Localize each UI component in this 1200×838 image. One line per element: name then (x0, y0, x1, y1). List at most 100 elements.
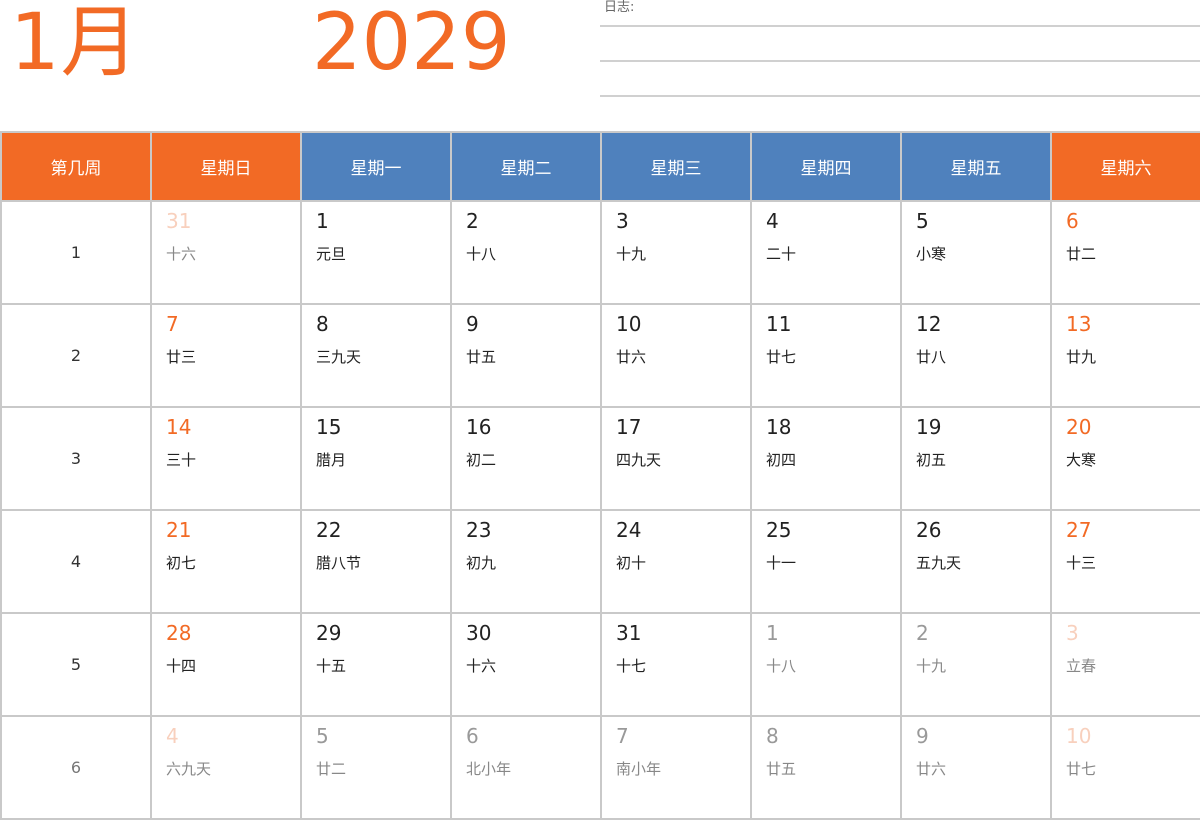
day-cell[interactable]: 9 廿六 (900, 715, 1052, 820)
day-cell[interactable]: 27 十三 (1050, 509, 1200, 614)
day-cell[interactable]: 12 廿八 (900, 303, 1052, 408)
day-number: 4 (766, 209, 779, 233)
day-cell[interactable]: 5 廿二 (300, 715, 452, 820)
day-cell[interactable]: 2 十九 (900, 612, 1052, 717)
column-header-wednesday: 星期三 (600, 131, 752, 202)
week-row: 4 21 初七 22 腊八节 23 初九 24 初十 25 十一 26 五九天 27 十三 (0, 509, 1200, 614)
day-cell[interactable]: 1 元旦 (300, 200, 452, 305)
day-cell[interactable]: 3 立春 (1050, 612, 1200, 717)
day-number: 3 (616, 209, 629, 233)
day-cell[interactable]: 6 北小年 (450, 715, 602, 820)
column-header-friday: 星期五 (900, 131, 1052, 202)
day-cell[interactable]: 20 大寒 (1050, 406, 1200, 511)
lunar-date: 初七 (166, 554, 197, 572)
lunar-date: 廿二 (1066, 245, 1097, 263)
day-number: 8 (766, 724, 779, 748)
lunar-date: 四九天 (616, 451, 662, 469)
day-number: 21 (166, 518, 192, 542)
day-cell[interactable]: 18 初四 (750, 406, 902, 511)
day-cell[interactable]: 15 腊月 (300, 406, 452, 511)
day-cell[interactable]: 24 初十 (600, 509, 752, 614)
day-number: 5 (916, 209, 929, 233)
day-cell[interactable]: 30 十六 (450, 612, 602, 717)
column-header-tuesday: 星期二 (450, 131, 602, 202)
day-cell[interactable]: 17 四九天 (600, 406, 752, 511)
day-number: 1 (316, 209, 329, 233)
lunar-date: 腊月 (316, 451, 347, 469)
day-number: 19 (916, 415, 942, 439)
day-cell[interactable]: 26 五九天 (900, 509, 1052, 614)
day-cell[interactable]: 31 十七 (600, 612, 752, 717)
week-number: 6 (0, 715, 152, 820)
day-cell[interactable]: 7 南小年 (600, 715, 752, 820)
day-cell[interactable]: 22 腊八节 (300, 509, 452, 614)
week-row: 6 4 六九天 5 廿二 6 北小年 7 南小年 8 廿五 9 廿六 10 廿七 (0, 715, 1200, 820)
day-cell[interactable]: 7 廿三 (150, 303, 302, 408)
day-cell[interactable]: 19 初五 (900, 406, 1052, 511)
lunar-date: 廿五 (466, 348, 497, 366)
day-number: 17 (616, 415, 642, 439)
column-header-monday: 星期一 (300, 131, 452, 202)
day-cell[interactable]: 16 初二 (450, 406, 602, 511)
calendar-grid: 第几周 星期日 星期一 星期二 星期三 星期四 星期五 星期六 1 31 十六 1… (0, 131, 1200, 820)
day-cell[interactable]: 21 初七 (150, 509, 302, 614)
day-cell[interactable]: 14 三十 (150, 406, 302, 511)
day-number: 28 (166, 621, 192, 645)
day-number: 7 (166, 312, 179, 336)
day-number: 31 (166, 209, 192, 233)
day-cell[interactable]: 3 十九 (600, 200, 752, 305)
lunar-date: 廿七 (766, 348, 797, 366)
day-number: 20 (1066, 415, 1092, 439)
lunar-date: 大寒 (1066, 451, 1097, 469)
day-cell[interactable]: 13 廿九 (1050, 303, 1200, 408)
day-cell[interactable]: 23 初九 (450, 509, 602, 614)
day-number: 4 (166, 724, 179, 748)
lunar-date: 北小年 (466, 760, 512, 778)
lunar-date: 元旦 (316, 245, 347, 263)
day-cell[interactable]: 8 三九天 (300, 303, 452, 408)
day-cell[interactable]: 31 十六 (150, 200, 302, 305)
lunar-date: 南小年 (616, 760, 662, 778)
day-cell[interactable]: 29 十五 (300, 612, 452, 717)
lunar-date: 立春 (1066, 657, 1097, 675)
lunar-date: 二十 (766, 245, 797, 263)
day-cell[interactable]: 8 廿五 (750, 715, 902, 820)
day-cell[interactable]: 28 十四 (150, 612, 302, 717)
week-row: 2 7 廿三 8 三九天 9 廿五 10 廿六 11 廿七 12 廿八 13 廿九 (0, 303, 1200, 408)
lunar-date: 廿八 (916, 348, 947, 366)
lunar-date: 廿六 (616, 348, 647, 366)
note-line (600, 60, 1200, 62)
day-cell[interactable]: 2 十八 (450, 200, 602, 305)
column-header-sunday: 星期日 (150, 131, 302, 202)
lunar-date: 廿六 (916, 760, 947, 778)
day-cell[interactable]: 5 小寒 (900, 200, 1052, 305)
day-cell[interactable]: 10 廿六 (600, 303, 752, 408)
week-number: 4 (0, 509, 152, 614)
lunar-date: 初九 (466, 554, 497, 572)
day-number: 14 (166, 415, 192, 439)
day-cell[interactable]: 9 廿五 (450, 303, 602, 408)
day-number: 13 (1066, 312, 1092, 336)
lunar-date: 十一 (766, 554, 797, 572)
day-number: 16 (466, 415, 492, 439)
day-cell[interactable]: 4 六九天 (150, 715, 302, 820)
day-cell[interactable]: 1 十八 (750, 612, 902, 717)
day-number: 9 (466, 312, 479, 336)
day-number: 15 (316, 415, 342, 439)
day-cell[interactable]: 10 廿七 (1050, 715, 1200, 820)
day-number: 10 (616, 312, 642, 336)
day-number: 26 (916, 518, 942, 542)
day-cell[interactable]: 4 二十 (750, 200, 902, 305)
day-number: 18 (766, 415, 792, 439)
day-cell[interactable]: 6 廿二 (1050, 200, 1200, 305)
day-number: 24 (616, 518, 642, 542)
lunar-date: 廿三 (166, 348, 197, 366)
lunar-date: 十九 (916, 657, 947, 675)
day-cell[interactable]: 25 十一 (750, 509, 902, 614)
day-cell[interactable]: 11 廿七 (750, 303, 902, 408)
weekday-header-row: 第几周 星期日 星期一 星期二 星期三 星期四 星期五 星期六 (0, 131, 1200, 202)
lunar-date: 腊八节 (316, 554, 362, 572)
week-number: 1 (0, 200, 152, 305)
column-header-week: 第几周 (0, 131, 152, 202)
year-title: 2029 (312, 0, 511, 88)
